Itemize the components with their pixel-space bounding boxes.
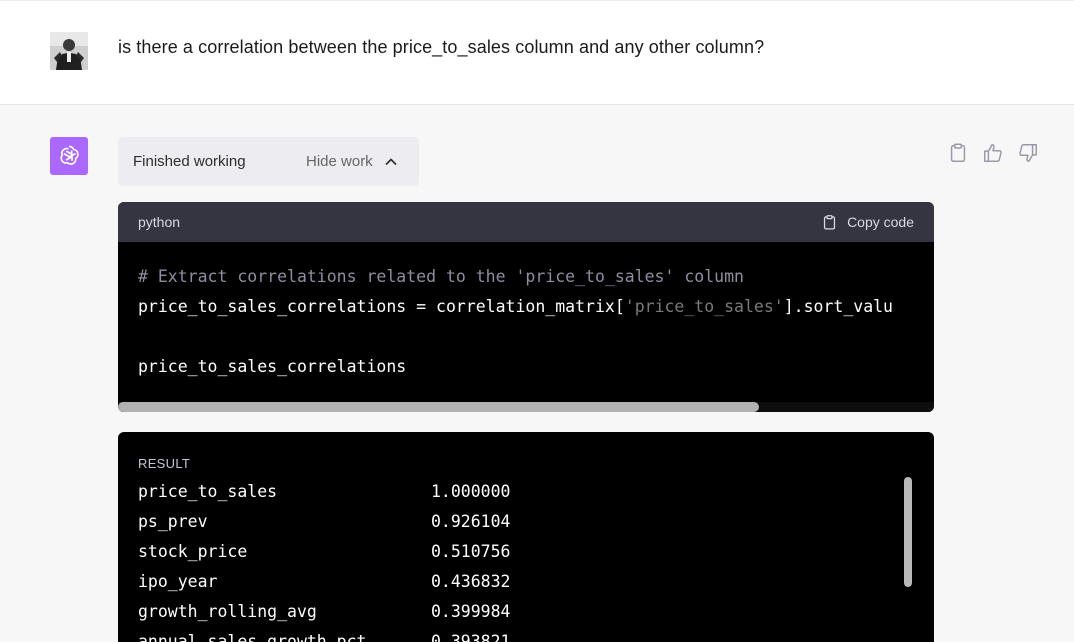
code-body: # Extract correlations related to the 'p…	[118, 242, 934, 412]
code-block: python Copy code # Extract correlations …	[118, 202, 934, 412]
result-row: annual_sales_growth_pct 0.393821	[138, 632, 510, 642]
code-token: ].sort_valu	[783, 297, 893, 316]
openai-logo-icon	[50, 137, 88, 175]
hide-work-label: Hide work	[306, 153, 373, 170]
result-row: growth_rolling_avg 0.399984	[138, 602, 510, 621]
result-name: annual_sales_growth_pct	[138, 632, 367, 642]
user-message-text: is there a correlation between the price…	[118, 37, 765, 57]
clipboard-icon	[823, 214, 836, 230]
result-name: stock_price	[138, 542, 248, 561]
result-name: ps_prev	[138, 512, 208, 531]
thumbs-up-icon[interactable]	[982, 142, 1004, 164]
hide-work-button[interactable]: Hide work	[306, 153, 399, 170]
result-name: price_to_sales	[138, 482, 278, 501]
status-text: Finished working	[133, 153, 246, 170]
result-row: ipo_year 0.436832	[138, 572, 510, 591]
code-token: price_to_sales_correlations = correlatio…	[138, 297, 625, 316]
code-language-label: python	[138, 214, 181, 230]
result-block: RESULT price_to_sales 1.000000 ps_prev 0.9…	[118, 432, 934, 642]
result-value: 0.393821	[431, 632, 511, 642]
result-value: 0.436832	[431, 572, 511, 591]
code-line-output: price_to_sales_correlations	[138, 357, 407, 376]
assistant-message-row: Finished working Hide work python Copy c…	[0, 106, 1074, 642]
user-avatar	[50, 32, 88, 70]
result-name: growth_rolling_avg	[138, 602, 317, 621]
copy-code-label: Copy code	[847, 214, 914, 230]
thumbs-down-icon[interactable]	[1017, 142, 1039, 164]
clipboard-icon[interactable]	[947, 142, 969, 164]
horizontal-scrollbar[interactable]	[118, 402, 934, 412]
result-name: ipo_year	[138, 572, 218, 591]
code-line-assignment: price_to_sales_correlations = correlatio…	[138, 297, 893, 316]
chevron-up-icon	[385, 158, 397, 165]
work-status-panel: Finished working Hide work	[118, 137, 419, 186]
code-string-token: 'price_to_sales'	[624, 297, 784, 316]
code-header: python Copy code	[118, 202, 934, 242]
result-row: price_to_sales 1.000000	[138, 482, 510, 501]
result-row: ps_prev 0.926104	[138, 512, 510, 531]
code-line-comment: # Extract correlations related to the 'p…	[138, 267, 744, 286]
copy-code-button[interactable]: Copy code	[821, 214, 914, 231]
result-value: 0.510756	[431, 542, 511, 561]
result-value: 0.399984	[431, 602, 511, 621]
result-value: 0.926104	[431, 512, 511, 531]
user-message-row: is there a correlation between the price…	[0, 0, 1074, 105]
horizontal-scrollbar-thumb[interactable]	[118, 402, 759, 412]
result-row: stock_price 0.510756	[138, 542, 510, 561]
result-label: RESULT	[138, 456, 191, 471]
result-value: 1.000000	[431, 482, 511, 501]
vertical-scrollbar-thumb[interactable]	[904, 477, 912, 587]
